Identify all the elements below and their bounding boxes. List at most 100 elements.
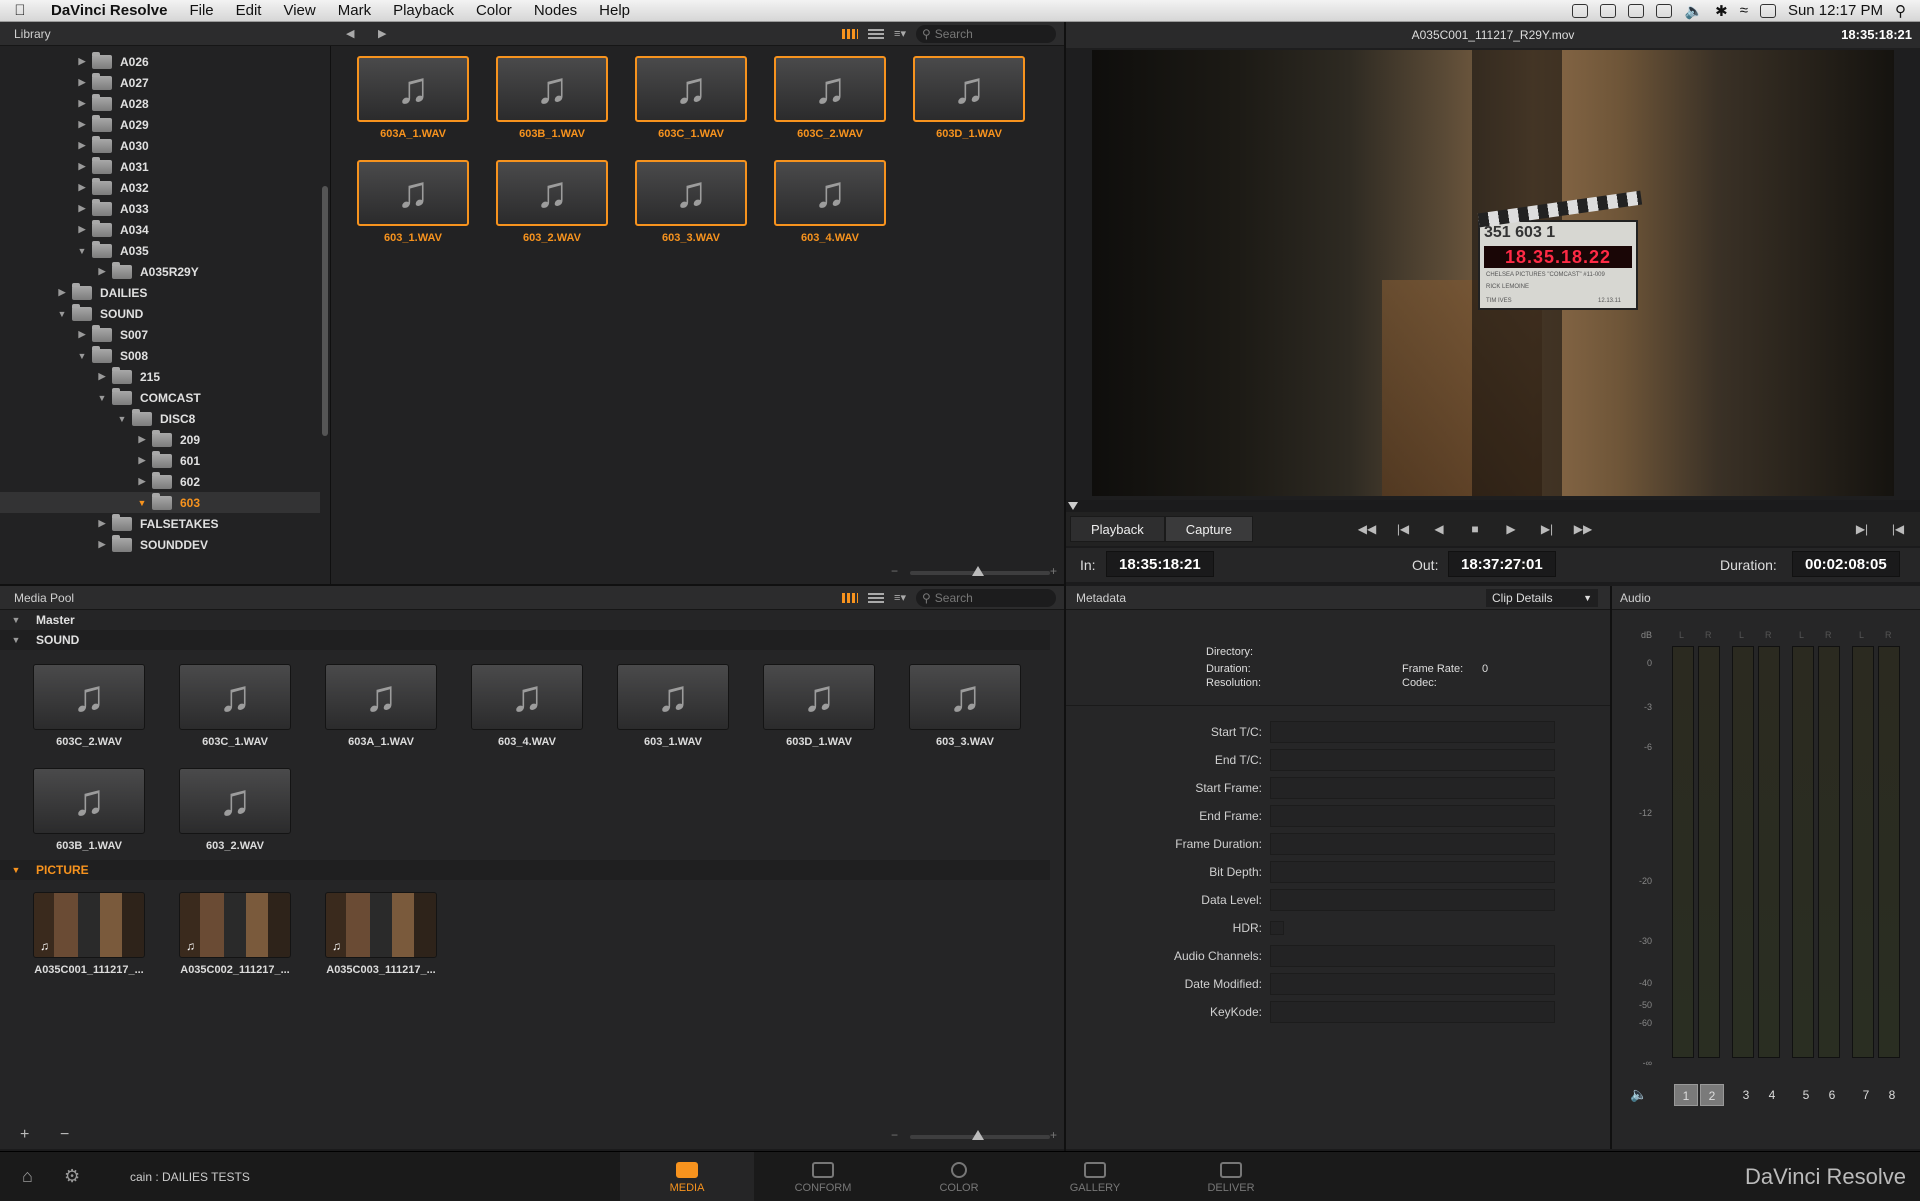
collapsed-triangle-icon[interactable]: ▶ bbox=[136, 455, 148, 466]
stop-icon[interactable]: ■ bbox=[1457, 522, 1493, 536]
menu-color[interactable]: Color bbox=[465, 0, 523, 22]
bin-sound[interactable]: ▼ SOUND bbox=[0, 630, 1050, 650]
collapsed-triangle-icon[interactable]: ▶ bbox=[76, 329, 88, 340]
menu-app-name[interactable]: DaVinci Resolve bbox=[40, 0, 178, 22]
collapsed-triangle-icon[interactable]: ▶ bbox=[76, 77, 88, 88]
metadata-field-input[interactable] bbox=[1270, 973, 1555, 995]
metadata-field-input[interactable] bbox=[1270, 945, 1555, 967]
tree-folder-a031[interactable]: ▶ A031 bbox=[0, 156, 320, 177]
audio-clip-thumbnail[interactable]: ♫ 603D_1.WAV bbox=[763, 664, 875, 748]
tree-folder-s008[interactable]: ▼ S008 bbox=[0, 345, 320, 366]
list-view-icon[interactable] bbox=[868, 592, 885, 603]
expanded-triangle-icon[interactable]: ▼ bbox=[96, 393, 108, 403]
tree-folder-a034[interactable]: ▶ A034 bbox=[0, 219, 320, 240]
audio-clip-thumbnail[interactable]: ♫ 603_4.WAV bbox=[471, 664, 583, 748]
tree-folder-a026[interactable]: ▶ A026 bbox=[0, 51, 320, 72]
audio-clip-thumbnail[interactable]: ♫ 603_4.WAV bbox=[774, 160, 886, 244]
audio-channel-5-button[interactable]: 5 bbox=[1794, 1084, 1818, 1106]
collapsed-triangle-icon[interactable]: ▶ bbox=[136, 434, 148, 445]
gear-icon[interactable]: ⚙ bbox=[64, 1166, 80, 1187]
audio-channel-2-button[interactable]: 2 bbox=[1700, 1084, 1724, 1106]
tree-folder-sounddev[interactable]: ▶ SOUNDDEV bbox=[0, 534, 320, 552]
tree-folder-dailies[interactable]: ▶ DAILIES bbox=[0, 282, 320, 303]
list-view-icon[interactable] bbox=[868, 28, 885, 39]
audio-clip-thumbnail[interactable]: ♫ 603_1.WAV bbox=[617, 664, 729, 748]
menu-file[interactable]: File bbox=[178, 0, 224, 22]
bin-master[interactable]: ▼ Master bbox=[0, 610, 1050, 630]
collapsed-triangle-icon[interactable]: ▶ bbox=[96, 266, 108, 277]
bin-picture[interactable]: ▼ PICTURE bbox=[0, 860, 1050, 880]
metadata-field-input[interactable] bbox=[1270, 833, 1555, 855]
dropbox-icon[interactable] bbox=[1600, 3, 1617, 18]
clip-details-dropdown[interactable]: Clip Details ▼ bbox=[1486, 588, 1598, 607]
collapsed-triangle-icon[interactable]: ▶ bbox=[96, 518, 108, 529]
menu-help[interactable]: Help bbox=[588, 0, 641, 22]
media-pool-zoom-slider[interactable] bbox=[910, 1130, 1050, 1140]
tree-folder-a032[interactable]: ▶ A032 bbox=[0, 177, 320, 198]
tree-folder-601[interactable]: ▶ 601 bbox=[0, 450, 320, 471]
collapsed-triangle-icon[interactable]: ▶ bbox=[76, 182, 88, 193]
collapsed-triangle-icon[interactable]: ▶ bbox=[136, 476, 148, 487]
audio-clip-thumbnail[interactable]: ♫ 603_2.WAV bbox=[496, 160, 608, 244]
tree-folder-215[interactable]: ▶ 215 bbox=[0, 366, 320, 387]
audio-clip-thumbnail[interactable]: ♫ 603D_1.WAV bbox=[913, 56, 1025, 140]
collapse-icon[interactable]: ▼ bbox=[10, 865, 22, 875]
battery-icon[interactable] bbox=[1759, 3, 1776, 18]
step-back-icon[interactable]: ◀ bbox=[1421, 522, 1457, 536]
rewind-icon[interactable]: ◀◀ bbox=[1349, 522, 1385, 536]
audio-clip-thumbnail[interactable]: ♫ 603B_1.WAV bbox=[33, 768, 145, 852]
audio-channel-1-button[interactable]: 1 bbox=[1674, 1084, 1698, 1106]
collapsed-triangle-icon[interactable]: ▶ bbox=[96, 371, 108, 382]
scrubber-playhead[interactable] bbox=[1068, 502, 1078, 510]
tab-media[interactable]: MEDIA bbox=[620, 1152, 754, 1201]
tree-folder-sound[interactable]: ▼ SOUND bbox=[0, 303, 320, 324]
metadata-field-input[interactable] bbox=[1270, 889, 1555, 911]
zoom-in-icon[interactable]: + bbox=[1050, 1128, 1057, 1142]
audio-channel-6-button[interactable]: 6 bbox=[1820, 1084, 1844, 1106]
bluetooth-icon[interactable]: ✱ bbox=[1715, 2, 1728, 20]
audio-channel-7-button[interactable]: 7 bbox=[1854, 1084, 1878, 1106]
go-to-start-icon[interactable]: |◀ bbox=[1880, 522, 1916, 536]
collapsed-triangle-icon[interactable]: ▶ bbox=[76, 203, 88, 214]
library-zoom-slider[interactable] bbox=[910, 566, 1050, 576]
audio-clip-thumbnail[interactable]: ♫ 603_2.WAV bbox=[179, 768, 291, 852]
collapsed-triangle-icon[interactable]: ▶ bbox=[96, 539, 108, 550]
media-pool-search-input[interactable]: ⚲ Search bbox=[916, 588, 1056, 607]
tab-playback[interactable]: Playback bbox=[1070, 516, 1165, 542]
menu-clock[interactable]: Sun 12:17 PM bbox=[1788, 2, 1883, 19]
menu-playback[interactable]: Playback bbox=[382, 0, 465, 22]
tree-folder-falsetakes[interactable]: ▶ FALSETAKES bbox=[0, 513, 320, 534]
remove-bin-icon[interactable]: − bbox=[60, 1126, 69, 1144]
expanded-triangle-icon[interactable]: ▼ bbox=[76, 351, 88, 361]
zoom-in-icon[interactable]: + bbox=[1050, 564, 1057, 578]
tree-scrollbar[interactable] bbox=[322, 186, 328, 436]
collapsed-triangle-icon[interactable]: ▶ bbox=[76, 140, 88, 151]
sort-icon[interactable]: ≡▾ bbox=[894, 27, 906, 40]
tab-conform[interactable]: CONFORM bbox=[756, 1152, 890, 1201]
video-clip-thumbnail[interactable]: ♫ A035C003_111217_... bbox=[325, 892, 437, 976]
menu-mark[interactable]: Mark bbox=[327, 0, 382, 22]
sync-icon[interactable] bbox=[1628, 3, 1645, 18]
expanded-triangle-icon[interactable]: ▼ bbox=[116, 414, 128, 424]
metadata-field-input[interactable] bbox=[1270, 777, 1555, 799]
audio-clip-thumbnail[interactable]: ♫ 603C_1.WAV bbox=[635, 56, 747, 140]
metadata-field-input[interactable] bbox=[1270, 861, 1555, 883]
audio-channel-8-button[interactable]: 8 bbox=[1880, 1084, 1904, 1106]
sort-icon[interactable]: ≡▾ bbox=[894, 591, 906, 604]
collapse-icon[interactable]: ▼ bbox=[10, 615, 22, 625]
collapsed-triangle-icon[interactable]: ▶ bbox=[76, 119, 88, 130]
expanded-triangle-icon[interactable]: ▼ bbox=[56, 309, 68, 319]
tree-folder-a035r29y[interactable]: ▶ A035R29Y bbox=[0, 261, 320, 282]
wifi-icon[interactable]: ≈ bbox=[1740, 2, 1748, 19]
collapsed-triangle-icon[interactable]: ▶ bbox=[76, 224, 88, 235]
spotlight-icon[interactable]: ⚲ bbox=[1895, 2, 1906, 20]
audio-clip-thumbnail[interactable]: ♫ 603A_1.WAV bbox=[325, 664, 437, 748]
tree-folder-603[interactable]: ▼ 603 bbox=[0, 492, 320, 513]
audio-clip-thumbnail[interactable]: ♫ 603_3.WAV bbox=[909, 664, 1021, 748]
audio-channel-3-button[interactable]: 3 bbox=[1734, 1084, 1758, 1106]
tree-folder-s007[interactable]: ▶ S007 bbox=[0, 324, 320, 345]
video-clip-thumbnail[interactable]: ♫ A035C002_111217_... bbox=[179, 892, 291, 976]
tab-deliver[interactable]: DELIVER bbox=[1164, 1152, 1298, 1201]
tree-folder-a033[interactable]: ▶ A033 bbox=[0, 198, 320, 219]
viewer-frame[interactable]: 351 603 1 18.35.18.22 CHELSEA PICTURES "… bbox=[1092, 50, 1894, 496]
